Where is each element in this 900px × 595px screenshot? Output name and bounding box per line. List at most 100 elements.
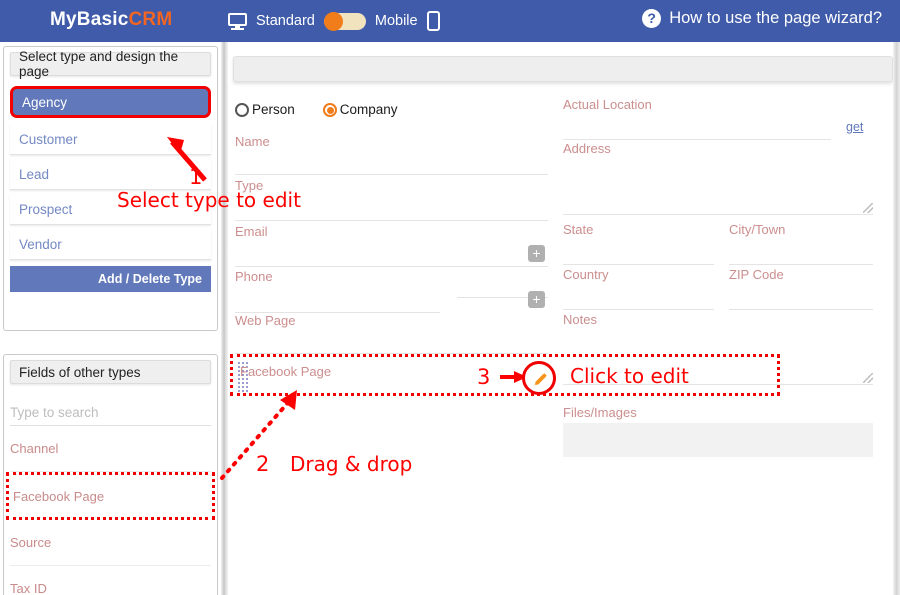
field-item-source[interactable]: Source (10, 520, 211, 566)
pencil-icon (522, 361, 556, 395)
brand-name-accent: CRM (128, 9, 173, 30)
phone-icon (426, 11, 440, 31)
field-country[interactable]: Country (563, 267, 714, 310)
field-address[interactable]: Address (563, 141, 873, 215)
left-sidebar: Select type and design the page Agency C… (0, 42, 221, 595)
field-item-label: Facebook Page (13, 488, 105, 504)
field-country-label: Country (563, 267, 609, 282)
radio-person-label: Person (252, 102, 295, 117)
resize-handle-icon[interactable] (863, 203, 873, 213)
search-placeholder: Type to search (10, 405, 99, 420)
field-name-input[interactable] (235, 150, 548, 175)
radio-person[interactable]: Person (235, 102, 295, 117)
add-email-button[interactable]: + (528, 245, 545, 262)
search-input[interactable]: Type to search (10, 400, 211, 426)
field-notes-label: Notes (563, 312, 597, 327)
field-state-input[interactable] (563, 238, 714, 265)
field-phone[interactable]: Phone + (235, 269, 548, 313)
record-type-radio-group[interactable]: Person Company (235, 102, 398, 117)
fields-panel-title: Fields of other types (10, 360, 211, 384)
field-address-textarea[interactable] (563, 157, 873, 215)
type-item-label: Vendor (19, 237, 62, 252)
add-delete-type-label: Add / Delete Type (98, 272, 202, 286)
page-wizard-screen: MyBasicCRM Standard Mobile ? How to use … (0, 0, 900, 595)
field-type-label: Type (235, 178, 264, 193)
field-item-label: Source (10, 535, 52, 550)
files-images-dropzone[interactable] (563, 423, 873, 457)
type-item-label: Lead (19, 167, 50, 182)
field-item-tax-id[interactable]: Tax ID (10, 566, 211, 595)
type-list: Agency Customer Lead Prospect Vendor (4, 86, 217, 260)
field-web-page-label: Web Page (235, 313, 296, 328)
field-files-images[interactable]: Files/Images (563, 405, 873, 457)
sidebar-item-vendor[interactable]: Vendor (10, 230, 211, 260)
field-phone-label: Phone (235, 269, 273, 284)
monitor-icon (228, 12, 247, 30)
field-city-town-input[interactable] (729, 238, 873, 265)
type-item-label: Prospect (19, 202, 73, 217)
sidebar-item-lead[interactable]: Lead (10, 160, 211, 190)
type-item-label: Customer (19, 132, 78, 147)
dropped-field-label: Facebook Page (240, 364, 332, 379)
field-actual-location[interactable]: Actual Location get (563, 97, 873, 140)
field-actual-location-label: Actual Location (563, 97, 652, 112)
field-email-input[interactable] (235, 240, 548, 267)
help-link-label: How to use the page wizard? (669, 9, 882, 27)
field-notes-textarea[interactable] (563, 328, 873, 385)
field-type[interactable]: Type (235, 178, 548, 221)
sidebar-item-customer[interactable]: Customer (10, 125, 211, 155)
field-name[interactable]: Name (235, 134, 548, 175)
form-toolbar[interactable] (233, 56, 893, 82)
field-state[interactable]: State (563, 222, 714, 265)
field-actual-location-input[interactable] (563, 113, 831, 140)
field-zip-code-label: ZIP Code (729, 267, 784, 282)
radio-company[interactable]: Company (322, 102, 398, 117)
sidebar-item-agency[interactable]: Agency (10, 86, 211, 118)
field-phone-input[interactable] (235, 285, 440, 313)
types-panel: Select type and design the page Agency C… (3, 46, 218, 331)
field-state-label: State (563, 222, 594, 237)
field-web-page-input[interactable] (235, 329, 548, 354)
toggle-knob (323, 11, 343, 31)
view-mode-switcher[interactable]: Standard Mobile (228, 8, 440, 34)
radio-circle-selected-icon (322, 102, 337, 117)
page-scrollbar[interactable] (893, 42, 900, 595)
field-city-town[interactable]: City/Town (729, 222, 873, 265)
top-header-bar: MyBasicCRM Standard Mobile ? How to use … (0, 0, 900, 42)
sidebar-divider (221, 42, 228, 595)
question-mark-icon: ? (642, 9, 662, 28)
other-fields-panel: Fields of other types Type to search Cha… (3, 354, 218, 595)
field-city-town-label: City/Town (729, 222, 786, 237)
field-country-input[interactable] (563, 283, 714, 310)
resize-handle-icon[interactable] (863, 373, 873, 383)
field-name-label: Name (235, 134, 270, 149)
mode-toggle-switch[interactable] (323, 11, 366, 31)
field-zip-code[interactable]: ZIP Code (729, 267, 873, 310)
field-address-label: Address (563, 141, 611, 156)
field-zip-code-input[interactable] (729, 283, 873, 310)
field-web-page[interactable]: Web Page (235, 313, 548, 354)
field-item-label: Tax ID (10, 581, 47, 595)
sidebar-item-prospect[interactable]: Prospect (10, 195, 211, 225)
field-email[interactable]: Email + (235, 224, 548, 267)
add-delete-type-button[interactable]: Add / Delete Type (10, 266, 211, 292)
field-files-images-label: Files/Images (563, 405, 637, 420)
type-item-label: Agency (22, 94, 68, 110)
standard-mode-label: Standard (256, 13, 315, 29)
field-item-facebook-page[interactable]: Facebook Page (6, 472, 215, 520)
add-phone-button[interactable]: + (528, 291, 545, 308)
radio-circle-icon (235, 102, 249, 117)
field-email-label: Email (235, 224, 268, 239)
help-link[interactable]: ? How to use the page wizard? (642, 9, 882, 28)
brand-name-primary: MyBasic (50, 9, 129, 30)
field-item-channel[interactable]: Channel (10, 426, 211, 472)
types-panel-title: Select type and design the page (10, 49, 211, 79)
mobile-mode-label: Mobile (374, 13, 418, 29)
field-type-input[interactable] (235, 194, 548, 221)
form-designer-canvas: Person Company Name Type Email + Phone + (228, 42, 893, 595)
get-location-link[interactable]: get (846, 120, 863, 134)
radio-company-label: Company (339, 102, 398, 117)
app-logo: MyBasicCRM (50, 9, 172, 31)
field-item-label: Channel (10, 441, 59, 456)
field-notes[interactable]: Notes (563, 312, 873, 385)
